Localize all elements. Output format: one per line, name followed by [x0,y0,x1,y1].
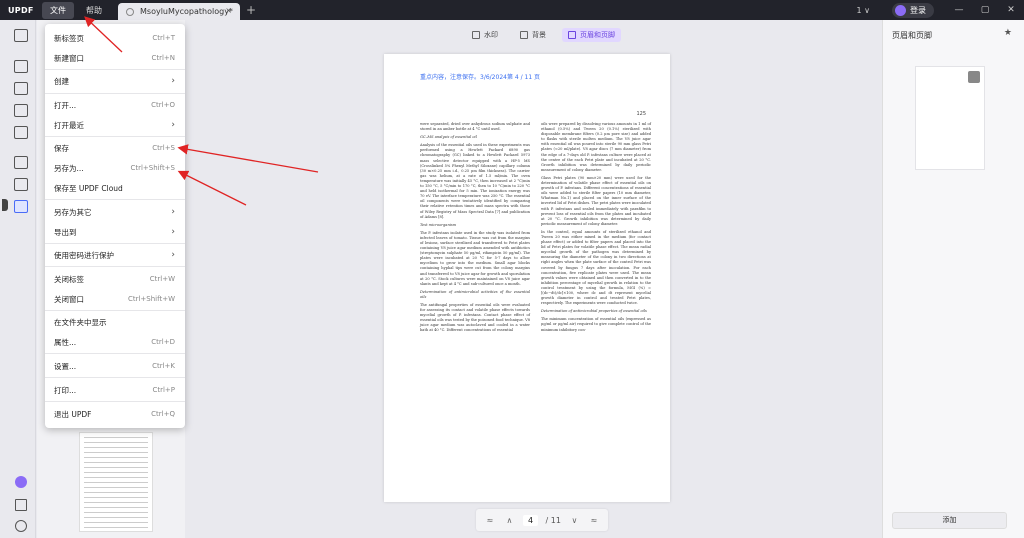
page-navigator: ≈ ∧ 4 / 11 ∨ ≈ [476,509,608,531]
add-button[interactable]: 添加 [892,512,1007,529]
menu-item-password-protect[interactable]: 使用密码进行保护 › [45,245,185,265]
watermark-button[interactable]: 水印 [466,28,504,42]
document-tab-icon [126,7,134,16]
header-footer-icon [568,31,576,39]
template-preview[interactable] [915,66,985,170]
add-tab-button[interactable]: + [246,4,256,16]
menu-item-open-recent[interactable]: 打开最近 › [45,115,185,135]
paragraph: The antifungal properties of essential o… [420,303,530,333]
header-footer-button[interactable]: 页眉和页脚 [562,28,621,42]
window-count[interactable]: 1 ∨ [857,6,871,15]
ai-assistant-icon[interactable] [15,476,27,488]
close-tab-icon[interactable]: × [225,6,232,15]
watermark-icon [472,31,480,39]
reader-icon[interactable] [14,29,28,42]
organize-pages-icon[interactable] [14,178,28,191]
menu-item-close-window[interactable]: 关闭窗口 Ctrl+Shift+W [45,289,185,309]
menu-item-quit[interactable]: 退出 UPDF Ctrl+Q [45,404,185,424]
background-label: 背景 [532,31,546,39]
page-thumbnail[interactable] [79,432,153,532]
menu-item-create[interactable]: 创建 › [45,71,185,91]
form-icon[interactable] [14,126,28,139]
menu-item-save-as-other[interactable]: 另存为其它 › [45,202,185,222]
edit-image-icon[interactable] [14,104,28,117]
background-button[interactable]: 背景 [514,28,552,42]
paragraph: Analysis of the essential oils used in t… [420,143,530,219]
menu-help[interactable]: 帮助 [78,2,110,19]
attachment-icon[interactable] [15,520,27,532]
paragraph: The minimum concentration of essential o… [541,317,651,332]
prev-page-button[interactable]: ∧ [503,516,515,525]
watermark-label: 水印 [484,31,498,39]
total-pages: / 11 [545,515,561,525]
document-page[interactable]: 重点内容，注意保存。3/6/2024第 4 / 11 页 125 were se… [384,54,670,502]
current-page-input[interactable]: 4 [522,514,539,526]
menu-item-settings[interactable]: 设置... Ctrl+K [45,356,185,376]
header-footer-label: 页眉和页脚 [580,31,615,39]
next-page-button[interactable]: ∨ [568,516,580,525]
section-heading: GC–MS analysis of essential oil [420,135,477,140]
section-heading: Test microorganism [420,222,457,227]
close-window-button[interactable]: ✕ [998,5,1024,15]
arrow-to-save-as [177,170,247,206]
title-bar: UPDF 文件 帮助 MsoyluMycopathology* × + 1 ∨ … [0,0,1024,20]
login-label: 登录 [910,5,926,15]
header-footer-panel: 页眉和页脚 ★ 添加 [882,20,1024,538]
page-number: 125 [636,111,646,117]
menu-item-export-to[interactable]: 导出到 › [45,222,185,242]
last-page-button[interactable]: ≈ [588,516,600,525]
login-button[interactable]: 登录 [892,2,934,18]
menu-item-new-window[interactable]: 新建窗口 Ctrl+N [45,48,185,68]
left-toolbar [0,20,36,538]
app-logo: UPDF [8,5,34,15]
arrow-to-save [177,144,319,173]
star-icon[interactable]: ★ [1004,28,1012,38]
document-tab[interactable]: MsoyluMycopathology* × [118,3,240,20]
page-header-text: 重点内容，注意保存。3/6/2024第 4 / 11 页 [420,74,541,81]
bookmark-icon[interactable] [15,499,27,511]
header-footer-toolbar: 水印 背景 页眉和页脚 [466,28,621,42]
paragraph: In the control, equal amounts of sterili… [541,229,651,306]
menu-item-new-tab[interactable]: 新标签页 Ctrl+T [45,28,185,48]
paragraph: were separated, dried over anhydrous sod… [420,122,530,132]
document-tab-title: MsoyluMycopathology* [140,7,233,16]
menu-item-save-to-cloud[interactable]: 保存至 UPDF Cloud [45,178,185,198]
sidebar-toggle-handle[interactable] [2,199,8,211]
right-text-column: oils were prepared by dissolving various… [541,122,651,336]
background-icon [520,31,528,39]
menu-item-save[interactable]: 保存 Ctrl+S [45,138,185,158]
left-text-column: were separated, dried over anhydrous sod… [420,122,530,337]
menu-item-save-as[interactable]: 另存为... Ctrl+Shift+S [45,158,185,178]
maximize-button[interactable]: ▢ [972,5,998,15]
menu-item-print[interactable]: 打印... Ctrl+P [45,380,185,400]
avatar-icon [895,4,906,16]
menu-file[interactable]: 文件 [42,1,74,19]
edit-text-icon[interactable] [14,82,28,95]
panel-title: 页眉和页脚 [892,31,932,40]
section-heading: Determination of antimicrobial activitie… [420,289,530,299]
menu-item-properties[interactable]: 属性... Ctrl+D [45,332,185,352]
file-menu-dropdown: 新标签页 Ctrl+T 新建窗口 Ctrl+N 创建 › 打开... Ctrl+O 打开… [45,24,185,428]
page-tools-icon[interactable] [14,200,28,213]
paragraph: Glass Petri plates (90 mm×20 mm) were us… [541,175,651,226]
template-settings-icon[interactable] [968,71,980,83]
menu-item-show-in-folder[interactable]: 在文件夹中显示 [45,312,185,332]
paragraph: The P. infestans isolate used in the stu… [420,230,530,286]
comment-icon[interactable] [14,60,28,73]
minimize-button[interactable]: — [946,5,972,15]
protect-icon[interactable] [14,156,28,169]
menu-item-open[interactable]: 打开... Ctrl+O [45,95,185,115]
first-page-button[interactable]: ≈ [484,516,496,525]
paragraph: oils were prepared by dissolving various… [541,122,651,172]
menu-item-close-tab[interactable]: 关闭标签 Ctrl+W [45,269,185,289]
section-heading: Determination of antimicrobial propertie… [541,309,647,314]
